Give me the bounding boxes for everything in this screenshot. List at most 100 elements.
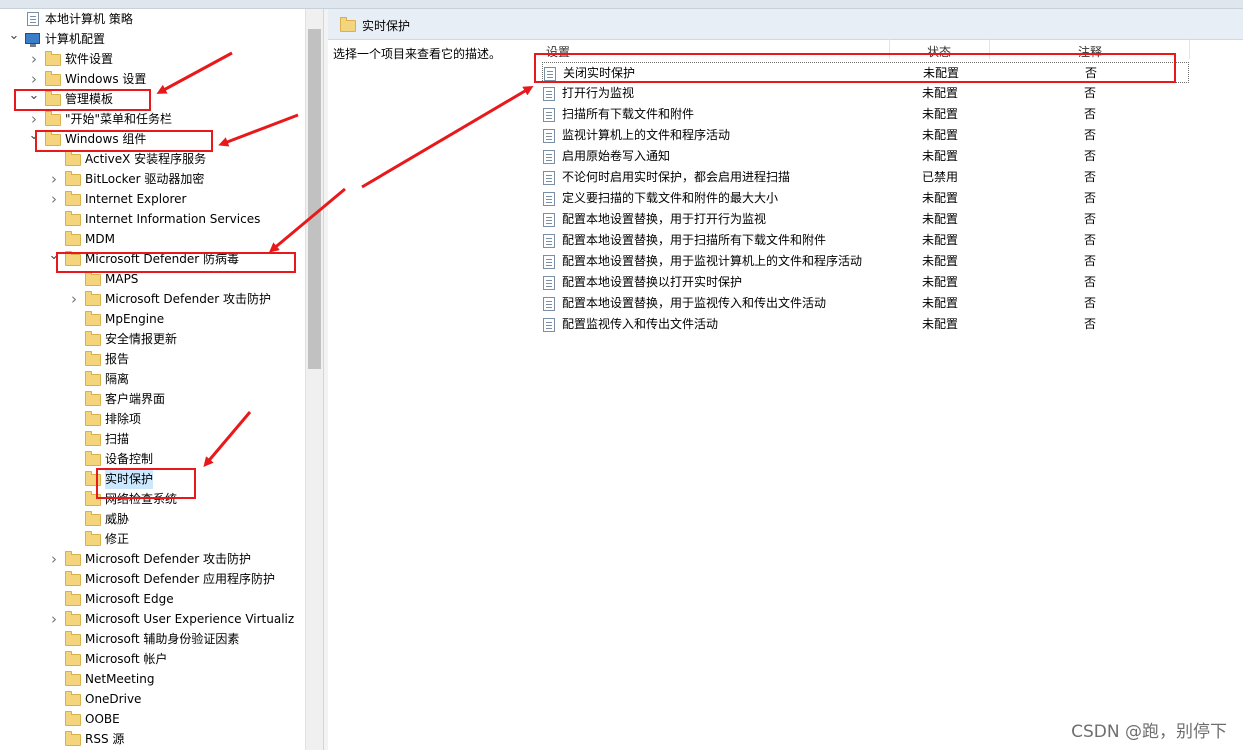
description-text: 选择一个项目来查看它的描述。 <box>333 47 502 61</box>
tree-item[interactable]: › Internet Explorer <box>0 189 305 209</box>
folder-icon <box>85 391 101 406</box>
tree-item[interactable]: RSS 源 <box>0 729 305 749</box>
tree-item[interactable]: › Microsoft Defender 攻击防护 <box>0 549 305 569</box>
policy-row[interactable]: 监视计算机上的文件和程序活动 未配置 否 <box>542 125 1190 146</box>
tree-item[interactable]: 修正 <box>0 529 305 549</box>
tree-item[interactable]: › 软件设置 <box>0 49 305 69</box>
policy-name: 配置本地设置替换，用于监视计算机上的文件和程序活动 <box>562 254 863 268</box>
folder-icon-shape <box>65 691 81 706</box>
folder-icon-shape <box>85 451 101 466</box>
tree-item[interactable]: 隔离 <box>0 369 305 389</box>
details-pane: 实时保护 选择一个项目来查看它的描述。 设置 状态 注释 关闭实时保护 未配置否打… <box>328 9 1243 750</box>
tree-item[interactable]: 安全情报更新 <box>0 329 305 349</box>
folder-icon <box>85 531 101 546</box>
policy-row[interactable]: 配置本地设置替换，用于打开行为监视 未配置 否 <box>542 209 1190 230</box>
tree-item[interactable]: Microsoft 辅助身份验证因素 <box>0 629 305 649</box>
tree-item[interactable]: ⌄ 计算机配置 <box>0 29 305 49</box>
policy-row[interactable]: 配置监视传入和传出文件活动 未配置 否 <box>542 314 1190 335</box>
tree-item[interactable]: 威胁 <box>0 509 305 529</box>
tree-item[interactable]: MpEngine <box>0 309 305 329</box>
policy-note: 否 <box>1084 128 1097 142</box>
policy-row[interactable]: 启用原始卷写入通知 未配置 否 <box>542 146 1190 167</box>
chevron-right-icon[interactable]: › <box>68 289 80 309</box>
chevron-right-icon[interactable]: › <box>28 109 40 129</box>
policy-name: 监视计算机上的文件和程序活动 <box>562 128 731 142</box>
navigation-tree[interactable]: 本地计算机 策略 ⌄ 计算机配置 › 软件设置 › Windows 设置 ⌄ 管理模板 › "开始"… <box>0 9 305 750</box>
policy-row[interactable]: 配置本地设置替换，用于扫描所有下载文件和附件 未配置 否 <box>542 230 1190 251</box>
policy-note: 否 <box>1084 170 1097 184</box>
chevron-down-icon[interactable]: ⌄ <box>8 29 20 49</box>
policy-state: 未配置 <box>922 317 959 331</box>
policy-note: 否 <box>1084 296 1097 310</box>
policy-name: 配置本地设置替换，用于监视传入和传出文件活动 <box>562 296 827 310</box>
policy-row[interactable]: 配置本地设置替换，用于监视计算机上的文件和程序活动 未配置 否 <box>542 251 1190 272</box>
tree-item-label: 本地计算机 策略 <box>45 12 133 26</box>
policy-row[interactable]: 打开行为监视 未配置 否 <box>542 83 1190 104</box>
tree-item-label: Internet Explorer <box>85 192 187 206</box>
policy-state: 未配置 <box>922 191 959 205</box>
policy-row[interactable]: 配置本地设置替换，用于监视传入和传出文件活动 未配置 否 <box>542 293 1190 314</box>
policy-setting-icon <box>543 192 555 206</box>
tree-item[interactable]: Microsoft 帐户 <box>0 649 305 669</box>
policy-name: 配置本地设置替换，用于打开行为监视 <box>562 212 767 226</box>
chevron-right-icon[interactable]: › <box>48 609 60 629</box>
policy-row[interactable]: 不论何时启用实时保护，都会启用进程扫描 已禁用 否 <box>542 167 1190 188</box>
policy-row[interactable]: 扫描所有下载文件和附件 未配置 否 <box>542 104 1190 125</box>
tree-item[interactable]: 报告 <box>0 349 305 369</box>
chevron-right-icon[interactable]: › <box>28 69 40 89</box>
tree-item[interactable]: › BitLocker 驱动器加密 <box>0 169 305 189</box>
tree-item[interactable]: › "开始"菜单和任务栏 <box>0 109 305 129</box>
policy-name: 配置本地设置替换，用于扫描所有下载文件和附件 <box>562 233 827 247</box>
tree-item[interactable]: › Microsoft User Experience Virtualiz <box>0 609 305 629</box>
computer-icon <box>25 32 41 47</box>
policy-name: 不论何时启用实时保护，都会启用进程扫描 <box>562 170 791 184</box>
folder-icon-shape <box>85 331 101 346</box>
tree-item[interactable]: 扫描 <box>0 429 305 449</box>
policy-note: 否 <box>1084 86 1097 100</box>
policy-state: 未配置 <box>922 275 959 289</box>
details-header: 实时保护 <box>328 9 1243 40</box>
tree-item[interactable]: 客户端界面 <box>0 389 305 409</box>
tree-item[interactable]: MDM <box>0 229 305 249</box>
tree-item[interactable]: › Windows 设置 <box>0 69 305 89</box>
chevron-right-icon[interactable]: › <box>48 549 60 569</box>
tree-item[interactable]: NetMeeting <box>0 669 305 689</box>
tree-item[interactable]: Internet Information Services <box>0 209 305 229</box>
folder-icon-shape <box>45 51 61 66</box>
column-divider[interactable] <box>1189 39 1190 59</box>
tree-item-label: "开始"菜单和任务栏 <box>65 112 173 126</box>
chevron-right-icon[interactable]: › <box>48 189 60 209</box>
annotation-box <box>534 53 1176 83</box>
tree-item-label: 修正 <box>105 532 130 546</box>
policy-row[interactable]: 配置本地设置替换以打开实时保护 未配置 否 <box>542 272 1190 293</box>
folder-icon <box>65 211 81 226</box>
tree-item[interactable]: 本地计算机 策略 <box>0 9 305 29</box>
chevron-right-icon[interactable]: › <box>28 49 40 69</box>
chevron-right-icon[interactable]: › <box>48 169 60 189</box>
tree-item[interactable]: 排除项 <box>0 409 305 429</box>
folder-icon <box>85 331 101 346</box>
folder-icon <box>45 71 61 86</box>
tree-item[interactable]: › Microsoft Defender 攻击防护 <box>0 289 305 309</box>
annotation-box <box>35 130 213 152</box>
tree-item[interactable]: Microsoft Defender 应用程序防护 <box>0 569 305 589</box>
tree-item[interactable]: ActiveX 安装程序服务 <box>0 149 305 169</box>
folder-icon <box>85 311 101 326</box>
tree-item[interactable]: OneDrive <box>0 689 305 709</box>
policy-icon-shape <box>27 12 39 26</box>
tree-scrollbar[interactable] <box>305 9 323 750</box>
tree-item-label: Microsoft User Experience Virtualiz <box>85 612 295 626</box>
folder-icon-shape <box>85 351 101 366</box>
policy-setting-icon <box>543 171 555 185</box>
folder-icon <box>65 651 81 666</box>
folder-icon-shape <box>65 171 81 186</box>
tree-item-label: 报告 <box>105 352 130 366</box>
policy-name: 配置本地设置替换以打开实时保护 <box>562 275 743 289</box>
policy-setting-icon <box>543 297 555 311</box>
policy-row[interactable]: 定义要扫描的下载文件和附件的最大大小 未配置 否 <box>542 188 1190 209</box>
tree-item[interactable]: OOBE <box>0 709 305 729</box>
folder-icon-shape <box>65 711 81 726</box>
tree-item[interactable]: Microsoft Edge <box>0 589 305 609</box>
tree-scrollbar-thumb[interactable] <box>308 29 321 369</box>
tree-item[interactable]: 设备控制 <box>0 449 305 469</box>
